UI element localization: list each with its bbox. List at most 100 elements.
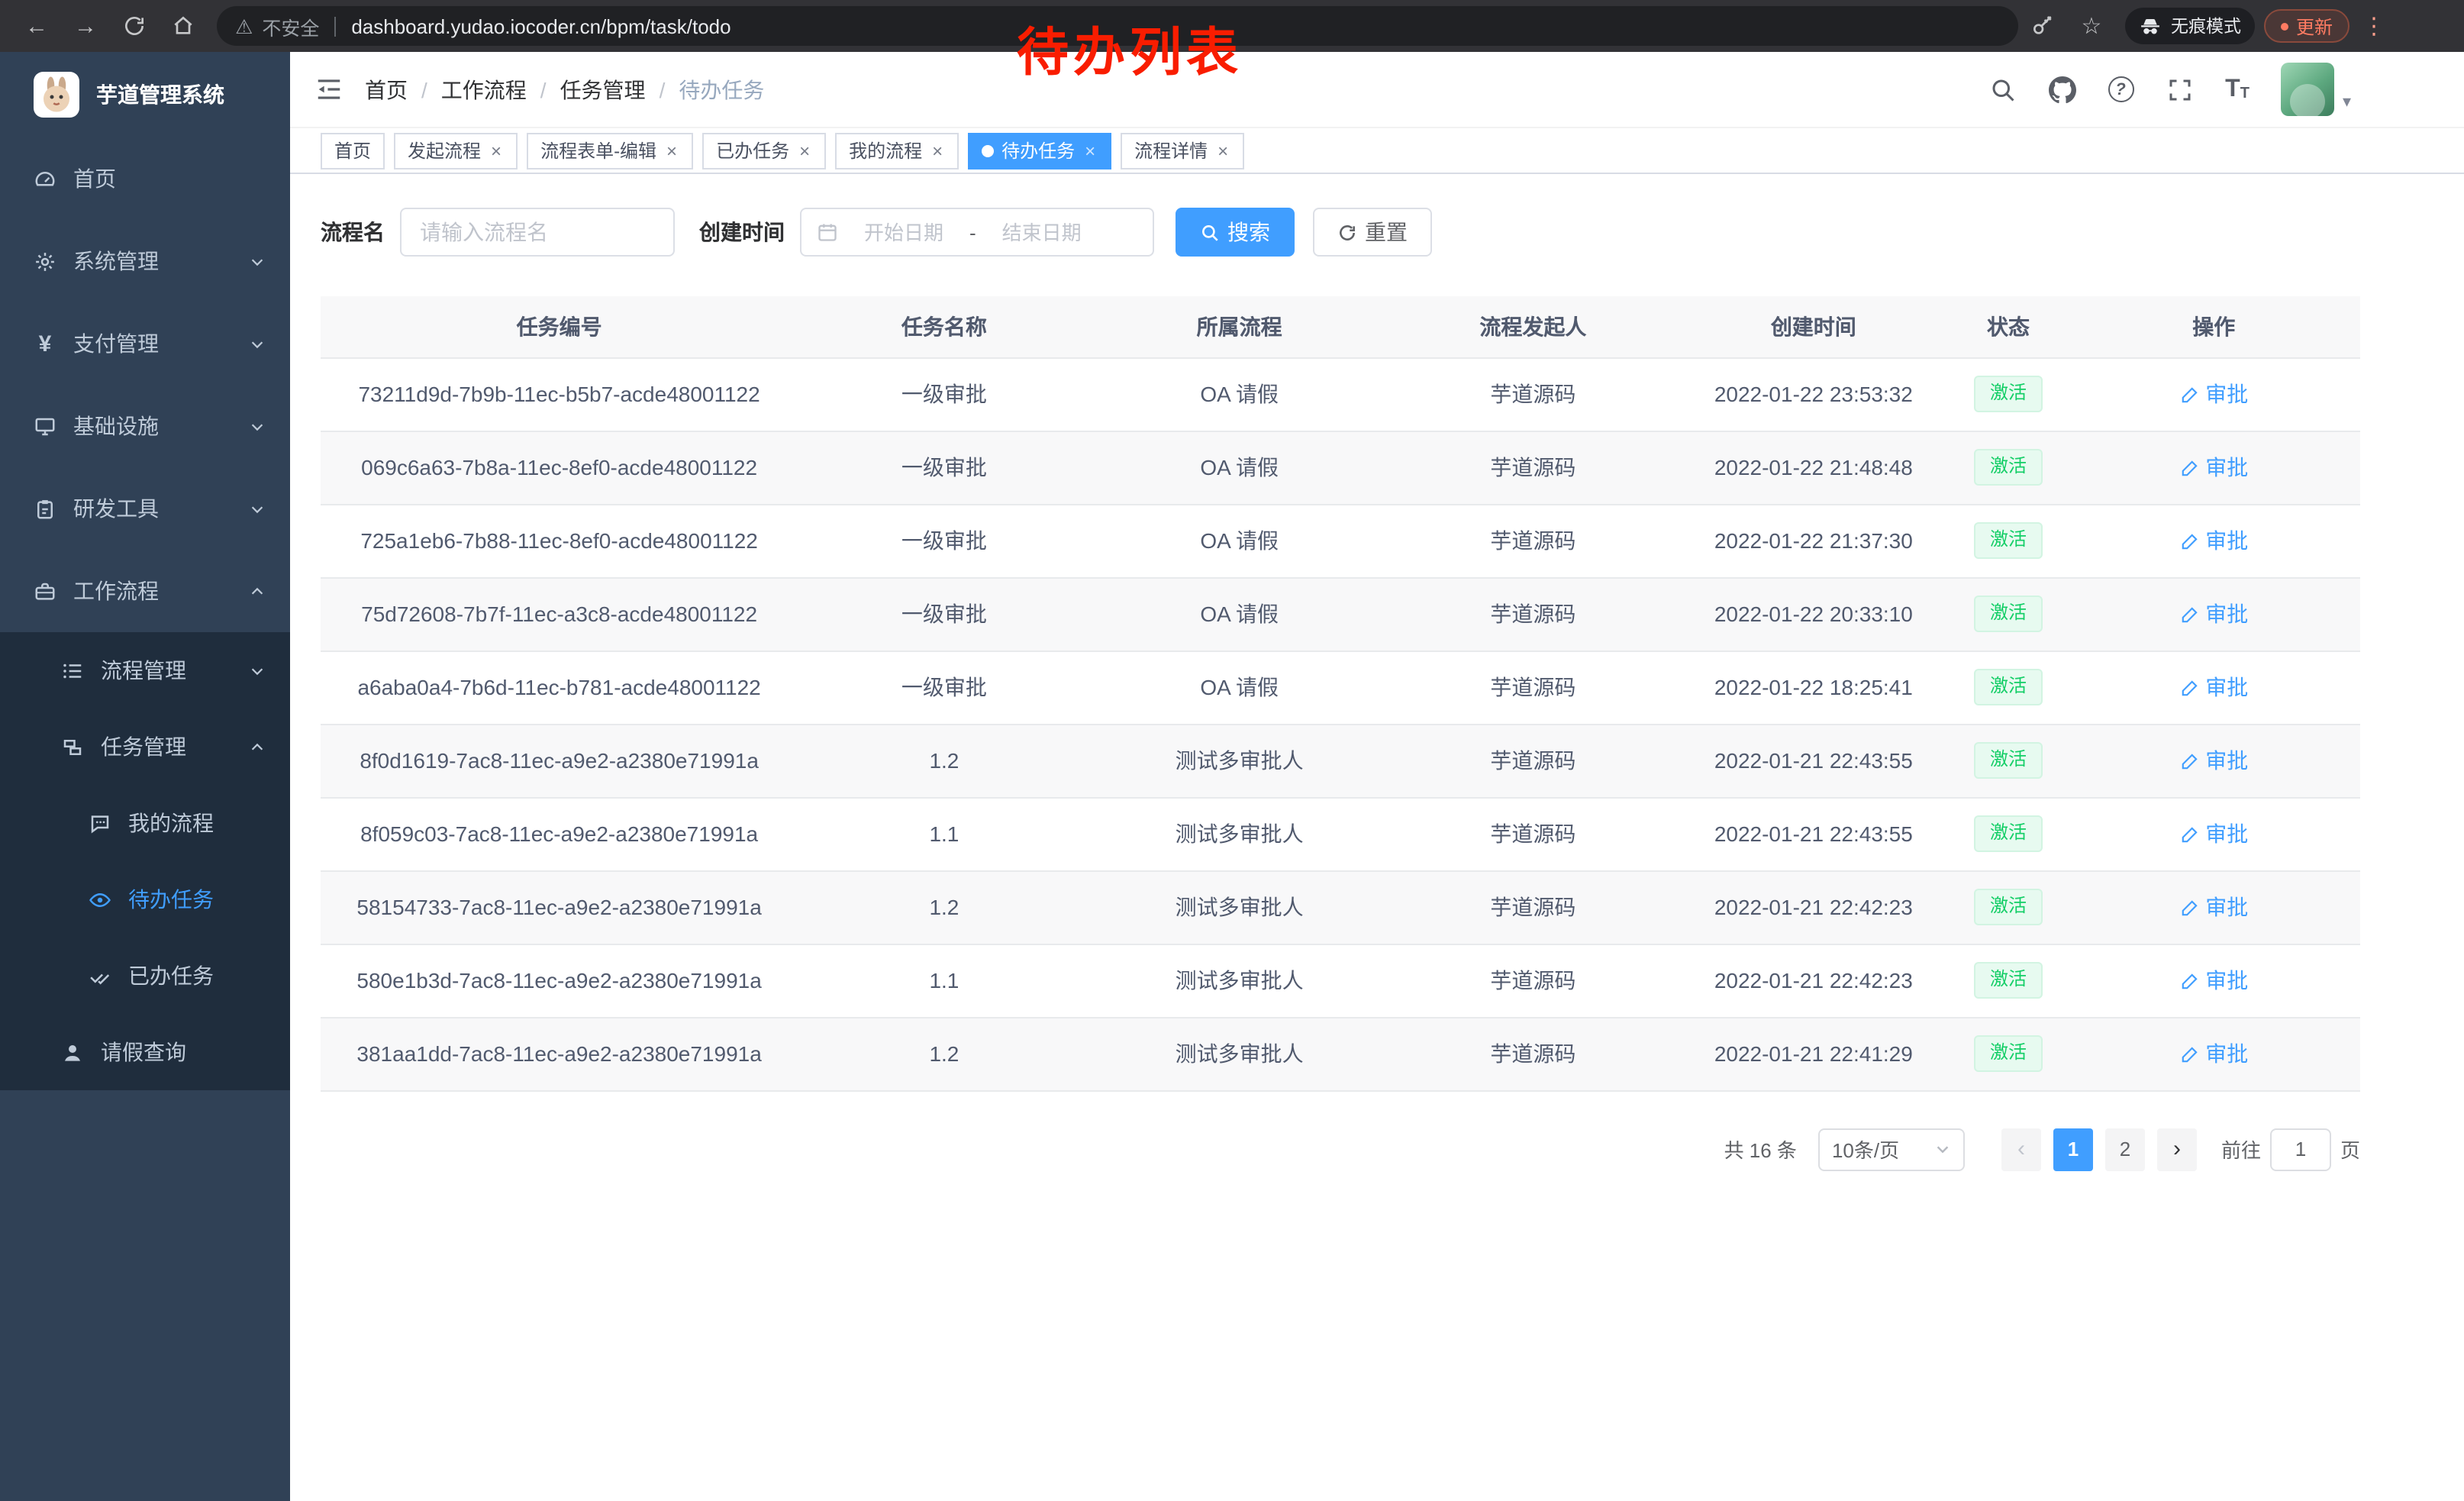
- col-task-name: 任务名称: [798, 296, 1090, 357]
- browser-home-button[interactable]: [162, 5, 205, 47]
- table-row[interactable]: 580e1b3d-7ac8-11ec-a9e2-a2380e71991a 1.1…: [321, 944, 2360, 1017]
- browser-update-button[interactable]: 更新: [2264, 9, 2350, 43]
- main-area: 首页 / 工作流程 / 任务管理 / 待办任务 ? TT ▾: [290, 52, 2464, 1501]
- sidebar-item-system-mgmt[interactable]: 系统管理: [0, 220, 290, 302]
- gear-icon: [34, 250, 56, 273]
- app-logo[interactable]: 芋道管理系统: [0, 52, 290, 137]
- breadcrumb-task-mgmt[interactable]: 任务管理: [560, 74, 646, 105]
- next-page-button[interactable]: ›: [2157, 1128, 2197, 1170]
- table-row[interactable]: a6aba0a4-7b6d-11ec-b781-acde48001122 一级审…: [321, 650, 2360, 724]
- close-icon[interactable]: ×: [930, 141, 945, 160]
- page-button-2[interactable]: 2: [2105, 1128, 2145, 1170]
- date-range-picker[interactable]: -: [800, 208, 1154, 257]
- sidebar-item-infrastructure[interactable]: 基础设施: [0, 385, 290, 467]
- start-date-input[interactable]: [844, 221, 963, 244]
- table-row[interactable]: 8f059c03-7ac8-11ec-a9e2-a2380e71991a 1.1…: [321, 797, 2360, 870]
- help-icon[interactable]: ?: [2108, 76, 2133, 102]
- sidebar-toggle-icon[interactable]: [314, 75, 343, 104]
- cell-task-id: 580e1b3d-7ac8-11ec-a9e2-a2380e71991a: [321, 944, 798, 1017]
- approve-button[interactable]: 审批: [2179, 599, 2248, 629]
- cell-initiator: 芋道源码: [1388, 944, 1678, 1017]
- status-badge: 激活: [1975, 1035, 2042, 1071]
- goto-page-input[interactable]: [2270, 1128, 2331, 1170]
- table-row[interactable]: 58154733-7ac8-11ec-a9e2-a2380e71991a 1.2…: [321, 870, 2360, 944]
- breadcrumb-workflow[interactable]: 工作流程: [441, 74, 527, 105]
- table-row[interactable]: 73211d9d-7b9b-11ec-b5b7-acde48001122 一级审…: [321, 357, 2360, 431]
- end-date-input[interactable]: [982, 221, 1101, 244]
- cell-task-id: 381aa1dd-7ac8-11ec-a9e2-a2380e71991a: [321, 1017, 798, 1090]
- sidebar-item-process-mgmt[interactable]: 流程管理: [0, 632, 290, 709]
- font-large-glyph: T: [2225, 77, 2240, 102]
- table-row[interactable]: 8f0d1619-7ac8-11ec-a9e2-a2380e71991a 1.2…: [321, 724, 2360, 797]
- top-navbar: 首页 / 工作流程 / 任务管理 / 待办任务 ? TT ▾: [290, 52, 2464, 128]
- sidebar-item-done-tasks[interactable]: 已办任务: [0, 938, 290, 1014]
- fullscreen-icon[interactable]: [2166, 76, 2193, 103]
- clipboard-icon: [34, 497, 56, 520]
- approve-button[interactable]: 审批: [2179, 379, 2248, 409]
- approve-button[interactable]: 审批: [2179, 672, 2248, 702]
- tab-start-process[interactable]: 发起流程 ×: [394, 132, 518, 169]
- tab-process-detail[interactable]: 流程详情 ×: [1121, 132, 1244, 169]
- table-row[interactable]: 381aa1dd-7ac8-11ec-a9e2-a2380e71991a 1.2…: [321, 1017, 2360, 1090]
- approve-button[interactable]: 审批: [2179, 965, 2248, 996]
- cell-process: OA 请假: [1091, 650, 1388, 724]
- breadcrumb-home[interactable]: 首页: [365, 74, 408, 105]
- close-icon[interactable]: ×: [1082, 141, 1098, 160]
- table-row[interactable]: 725a1eb6-7b88-11ec-8ef0-acde48001122 一级审…: [321, 504, 2360, 577]
- tab-form-edit[interactable]: 流程表单-编辑 ×: [527, 132, 693, 169]
- cell-task-id: 069c6a63-7b8a-11ec-8ef0-acde48001122: [321, 431, 798, 504]
- sidebar-item-home[interactable]: 首页: [0, 137, 290, 220]
- table-row[interactable]: 75d72608-7b7f-11ec-a3c8-acde48001122 一级审…: [321, 577, 2360, 650]
- approve-button[interactable]: 审批: [2179, 525, 2248, 556]
- close-icon[interactable]: ×: [664, 141, 679, 160]
- page-size-select[interactable]: 10条/页: [1818, 1128, 1965, 1170]
- annotation-overlay: 待办列表: [1017, 11, 1243, 86]
- sidebar-item-dev-tools[interactable]: 研发工具: [0, 467, 290, 550]
- approve-button[interactable]: 审批: [2179, 745, 2248, 776]
- col-task-id: 任务编号: [321, 296, 798, 357]
- tab-home[interactable]: 首页: [321, 132, 385, 169]
- tab-my-processes[interactable]: 我的流程 ×: [835, 132, 959, 169]
- app-title: 芋道管理系统: [96, 79, 224, 110]
- github-icon[interactable]: [2048, 76, 2075, 103]
- menu-label: 首页: [73, 163, 116, 194]
- close-icon[interactable]: ×: [489, 141, 504, 160]
- chevron-up-icon: [249, 738, 266, 755]
- tab-todo-tasks[interactable]: 待办任务 ×: [968, 132, 1111, 169]
- reset-button[interactable]: 重置: [1313, 208, 1432, 257]
- menu-label: 待办任务: [128, 884, 214, 915]
- bookmark-star-icon[interactable]: ☆: [2070, 5, 2113, 47]
- tab-done-tasks[interactable]: 已办任务 ×: [702, 132, 826, 169]
- browser-forward-button[interactable]: →: [64, 5, 107, 47]
- close-icon[interactable]: ×: [1215, 141, 1230, 160]
- approve-button[interactable]: 审批: [2179, 818, 2248, 849]
- sidebar-item-my-processes[interactable]: 我的流程: [0, 785, 290, 861]
- password-key-icon[interactable]: [2021, 5, 2064, 47]
- browser-reload-button[interactable]: [113, 5, 156, 47]
- sidebar-item-workflow[interactable]: 工作流程: [0, 550, 290, 632]
- user-menu[interactable]: ▾: [2282, 63, 2351, 116]
- close-icon[interactable]: ×: [797, 141, 812, 160]
- font-size-icon[interactable]: TT: [2225, 77, 2250, 102]
- prev-page-button[interactable]: ‹: [2001, 1128, 2041, 1170]
- table-row[interactable]: 069c6a63-7b8a-11ec-8ef0-acde48001122 一级审…: [321, 431, 2360, 504]
- sidebar-item-payment-mgmt[interactable]: ¥ 支付管理: [0, 302, 290, 385]
- page-button-1[interactable]: 1: [2053, 1128, 2093, 1170]
- filter-bar: 流程名 创建时间 - 搜索 重置: [321, 208, 2360, 257]
- pagination-total: 共 16 条: [1724, 1135, 1797, 1164]
- approve-button[interactable]: 审批: [2179, 452, 2248, 483]
- font-small-glyph: T: [2240, 86, 2250, 102]
- sidebar-item-todo-tasks[interactable]: 待办任务: [0, 861, 290, 938]
- approve-button[interactable]: 审批: [2179, 1038, 2248, 1069]
- approve-button[interactable]: 审批: [2179, 892, 2248, 922]
- next-icon: ›: [2173, 1136, 2181, 1162]
- sidebar-item-leave-query[interactable]: 请假查询: [0, 1014, 290, 1090]
- search-button[interactable]: 搜索: [1176, 208, 1295, 257]
- process-name-input[interactable]: [400, 208, 675, 257]
- browser-menu-button[interactable]: ⋮: [2353, 5, 2395, 47]
- sidebar: 芋道管理系统 首页 系统管理 ¥ 支付管理 基础设施: [0, 52, 290, 1501]
- sidebar-item-task-mgmt[interactable]: 任务管理: [0, 709, 290, 785]
- update-label: 更新: [2296, 13, 2333, 39]
- browser-back-button[interactable]: ←: [15, 5, 58, 47]
- search-icon[interactable]: [1988, 76, 2016, 103]
